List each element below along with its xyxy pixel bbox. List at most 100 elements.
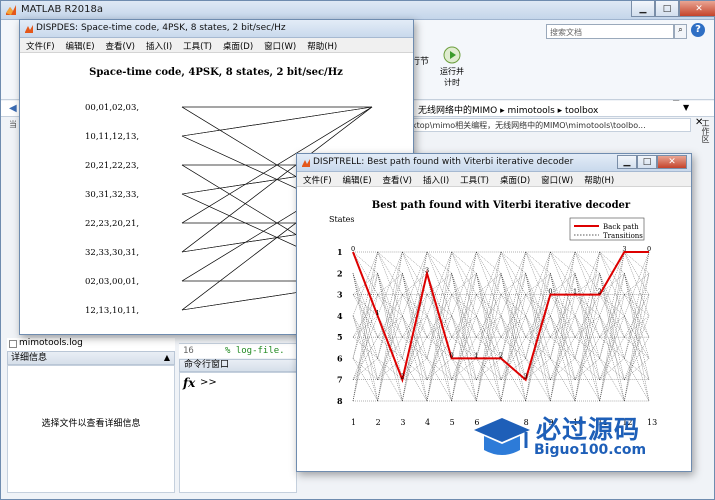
fig1-state-labels: 00,01,02,03, 10,11,12,13, 20,21,22,23, 30,3… xyxy=(85,103,139,316)
menu-item-0[interactable]: 文件(F) xyxy=(26,38,61,52)
path-point-label: 0 xyxy=(351,245,355,253)
close-button[interactable]: ✕ xyxy=(679,1,715,17)
transition-line xyxy=(550,273,576,359)
transition-line xyxy=(550,315,576,338)
transition-line xyxy=(550,337,576,380)
path-point-label: 2 xyxy=(400,373,404,381)
path-point-label: 2 xyxy=(598,288,602,296)
transition-line xyxy=(476,251,502,359)
back-arrow-icon[interactable]: ◀ xyxy=(9,103,17,114)
search-documentation-input[interactable]: 搜索文档 xyxy=(546,24,674,39)
menu-item-3[interactable]: 插入(I) xyxy=(146,38,178,52)
menu-item-1[interactable]: 编辑(E) xyxy=(66,38,101,52)
transition-line xyxy=(451,251,477,274)
command-window[interactable]: fx >> xyxy=(179,372,297,493)
menu-item-2[interactable]: 查看(V) xyxy=(106,38,141,52)
fig2-legend: Back path Transitions xyxy=(569,217,645,241)
fig2-maximize-button[interactable]: □ xyxy=(637,155,657,169)
minimize-button[interactable]: ▁ xyxy=(631,1,655,17)
fig2-titlebar[interactable]: DISPTRELL: Best path found with Viterbi … xyxy=(297,154,691,172)
transition-line xyxy=(402,251,428,359)
menu-item-5[interactable]: 桌面(D) xyxy=(223,38,259,52)
menu-item-2[interactable]: 查看(V) xyxy=(383,172,418,186)
menu-item-7[interactable]: 帮助(H) xyxy=(584,172,620,186)
workspace-tab[interactable]: 工作区 xyxy=(698,119,711,155)
path-point-label: 3 xyxy=(524,373,528,381)
transition-line xyxy=(402,294,428,402)
fig2-minimize-button[interactable]: ▁ xyxy=(617,155,637,169)
matlab-window-title: MATLAB R2018a xyxy=(21,4,104,15)
details-placeholder: 选择文件以查看详细信息 xyxy=(41,419,141,429)
menu-item-6[interactable]: 窗口(W) xyxy=(541,172,579,186)
state-label-1: 10,11,12,13, xyxy=(85,132,139,142)
run-and-time-button[interactable]: 运行并 计时 xyxy=(437,46,467,88)
transition-line xyxy=(599,273,625,359)
file-list-item[interactable]: mimotools.log xyxy=(7,338,175,351)
transition-line xyxy=(500,294,526,402)
chevron-up-icon[interactable]: ▲ xyxy=(164,352,170,364)
menu-item-5[interactable]: 桌面(D) xyxy=(500,172,536,186)
transition-line xyxy=(476,294,502,402)
menu-item-7[interactable]: 帮助(H) xyxy=(307,38,343,52)
fig2-close-button[interactable]: ✕ xyxy=(657,155,687,169)
menu-item-1[interactable]: 编辑(E) xyxy=(343,172,378,186)
transition-line xyxy=(550,251,576,295)
path-point-label: 1 xyxy=(474,351,478,359)
transition-line xyxy=(525,251,551,295)
path-point-label: 3 xyxy=(425,266,429,274)
search-icon[interactable]: ⌕ xyxy=(674,24,687,39)
help-icon[interactable]: ? xyxy=(691,23,705,37)
current-folder-tab[interactable]: 当 xyxy=(9,119,17,130)
fig2-transitions xyxy=(352,251,650,402)
menu-item-4[interactable]: 工具(T) xyxy=(460,172,495,186)
transition-line xyxy=(476,273,502,359)
figure-icon xyxy=(302,159,310,167)
path-point-label: 1 xyxy=(573,288,577,296)
path-point-label: 1 xyxy=(376,309,380,317)
editor-code-line[interactable]: 16 % log-file. xyxy=(179,343,297,358)
transition-line xyxy=(377,251,403,274)
details-title: 详细信息 xyxy=(11,353,48,363)
transition-line xyxy=(476,315,502,338)
matlab-logo-icon xyxy=(6,5,16,15)
fig1-titlebar[interactable]: DISPDES: Space-time code, 4PSK, 8 states… xyxy=(20,20,413,38)
line-number: 16 xyxy=(183,346,194,356)
path-point-label: 3 xyxy=(622,245,626,253)
code-comment: % log-file. xyxy=(225,346,285,356)
path-point-label: 0 xyxy=(548,288,552,296)
chevron-down-icon[interactable]: ▼ xyxy=(683,103,689,112)
x-tick-label: 2 xyxy=(376,418,381,427)
x-tick-label: 3 xyxy=(400,418,405,427)
transition-line xyxy=(377,251,403,359)
watermark-title: 必过源码 xyxy=(536,415,641,444)
transition-line xyxy=(500,251,526,274)
state-label-5: 32,33,30,31, xyxy=(85,248,139,258)
transition-line xyxy=(476,251,502,295)
transition-line xyxy=(574,294,600,402)
transition-line xyxy=(352,315,378,338)
fig2-window-title: DISPTRELL: Best path found with Viterbi … xyxy=(313,157,574,167)
current-folder-path[interactable]: 无线网络中的MIMO ▸ mimotools ▸ toolbox xyxy=(418,103,598,116)
transition-line xyxy=(599,251,625,274)
y-tick-label: 3 xyxy=(337,290,343,300)
transition-line xyxy=(624,315,650,338)
matlab-titlebar[interactable]: MATLAB R2018a ▁ □ ✕ xyxy=(1,1,715,20)
menu-item-0[interactable]: 文件(F) xyxy=(303,172,338,186)
y-tick-label: 8 xyxy=(337,396,343,406)
fig2-plot-title: Best path found with Viterbi iterative d… xyxy=(372,200,631,211)
graduation-cap-logo-icon xyxy=(474,418,530,455)
transition-line xyxy=(574,251,600,359)
legend-back-path-label: Back path xyxy=(603,223,639,231)
fx-icon[interactable]: fx xyxy=(183,376,195,390)
menu-item-6[interactable]: 窗口(W) xyxy=(264,38,302,52)
file-icon xyxy=(9,340,17,348)
figure-icon xyxy=(25,25,33,33)
transition-line xyxy=(550,294,576,402)
state-label-0: 00,01,02,03, xyxy=(85,103,139,113)
menu-item-4[interactable]: 工具(T) xyxy=(183,38,218,52)
maximize-button[interactable]: □ xyxy=(655,1,679,17)
transition-line xyxy=(352,294,378,402)
menu-item-3[interactable]: 插入(I) xyxy=(423,172,455,186)
transition-line xyxy=(500,273,526,359)
state-label-3: 30,31,32,33, xyxy=(85,190,139,200)
